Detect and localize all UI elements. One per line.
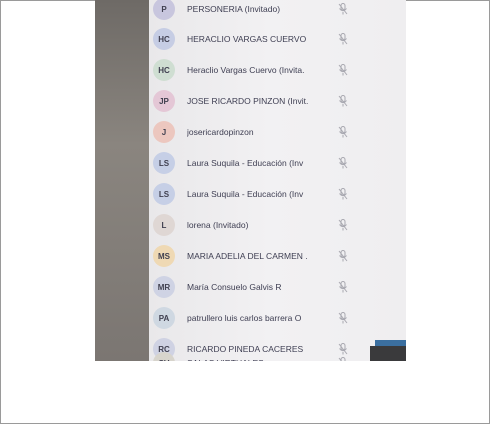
participants-list: P PERSONERIA (Invitado) HC HERACLIO VARGAS … <box>149 0 406 361</box>
avatar: L <box>153 214 175 236</box>
mic-muted-icon[interactable] <box>338 250 348 262</box>
avatar: JP <box>153 90 175 112</box>
avatar: PA <box>153 307 175 329</box>
mic-muted-icon[interactable] <box>338 3 348 15</box>
avatar: LS <box>153 183 175 205</box>
participant-row[interactable]: PA patrullero luis carlos barrera O <box>149 305 406 331</box>
participant-name: josericardopinzon <box>187 127 254 137</box>
participant-row[interactable]: Jjosericardopinzon <box>149 119 406 145</box>
participant-row[interactable]: MS MARIA ADELIA DEL CARMEN . <box>149 243 406 269</box>
mic-muted-icon[interactable] <box>338 188 348 200</box>
participant-row[interactable]: HC Heraclio Vargas Cuervo (Invita. <box>149 57 406 83</box>
participant-row[interactable]: Llorena (Invitado) <box>149 212 406 238</box>
participant-name: JOSE RICARDO PINZON (Invit. <box>187 96 309 106</box>
participant-row[interactable]: MR María Consuelo Galvis R <box>149 274 406 300</box>
avatar: HC <box>153 28 175 50</box>
participant-name: patrullero luis carlos barrera O <box>187 313 302 323</box>
participant-row[interactable]: JP JOSE RICARDO PINZON (Invit. <box>149 88 406 114</box>
mic-muted-icon[interactable] <box>338 357 348 361</box>
participant-row[interactable]: LS Laura Suquila - Educación (Inv <box>149 150 406 176</box>
mic-muted-icon[interactable] <box>338 312 348 324</box>
avatar: LS <box>153 152 175 174</box>
mic-muted-icon[interactable] <box>338 343 348 355</box>
mic-muted-icon[interactable] <box>338 219 348 231</box>
mic-muted-icon[interactable] <box>338 281 348 293</box>
participant-name: MARIA ADELIA DEL CARMEN . <box>187 251 308 261</box>
left-background <box>95 0 149 361</box>
mic-muted-icon[interactable] <box>338 64 348 76</box>
avatar: P <box>153 0 175 20</box>
avatar: J <box>153 121 175 143</box>
participant-name: Laura Suquila - Educación (Inv <box>187 158 304 168</box>
participant-name: RICARDO PINEDA CACERES <box>187 344 304 354</box>
participant-name: Heraclio Vargas Cuervo (Invita. <box>187 65 305 75</box>
mic-muted-icon[interactable] <box>338 33 348 45</box>
participant-row[interactable]: SVSALAS VIRTUALES <box>149 352 406 361</box>
dark-corner <box>370 346 406 361</box>
participant-row[interactable]: HC HERACLIO VARGAS CUERVO <box>149 26 406 52</box>
participant-name: SALAS VIRTUALES <box>187 358 329 361</box>
avatar: HC <box>153 59 175 81</box>
avatar: MS <box>153 245 175 267</box>
participant-name: lorena (Invitado) <box>187 220 249 230</box>
participant-row[interactable]: P PERSONERIA (Invitado) <box>149 0 406 22</box>
participant-name: PERSONERIA (Invitado) <box>187 4 281 14</box>
participant-name: María Consuelo Galvis R <box>187 282 282 292</box>
avatar: MR <box>153 276 175 298</box>
participant-row[interactable]: LS Laura Suquila - Educación (Inv <box>149 181 406 207</box>
participant-name: HERACLIO VARGAS CUERVO <box>187 34 307 44</box>
photo-of-screen: P PERSONERIA (Invitado) HC HERACLIO VARGAS … <box>95 0 406 361</box>
mic-muted-icon[interactable] <box>338 157 348 169</box>
participant-name: Laura Suquila - Educación (Inv <box>187 189 304 199</box>
mic-muted-icon[interactable] <box>338 126 348 138</box>
mic-muted-icon[interactable] <box>338 95 348 107</box>
